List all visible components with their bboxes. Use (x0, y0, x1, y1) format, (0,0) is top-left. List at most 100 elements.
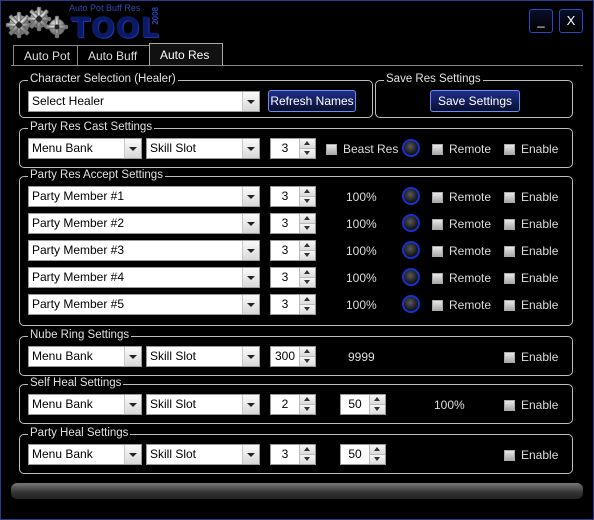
nube-ring-count-stepper[interactable]: 300 (270, 346, 316, 367)
spin-up-icon[interactable] (300, 214, 315, 224)
spin-up-icon[interactable] (300, 268, 315, 278)
self-heal-count-stepper[interactable]: 2 (270, 394, 316, 415)
party-heal-legend: Party Heal Settings (28, 427, 131, 439)
spin-down-icon[interactable] (300, 197, 315, 206)
res-cast-slot-select[interactable]: Skill Slot (146, 138, 260, 159)
member-count-stepper[interactable]: 3 (270, 267, 316, 288)
member-remote-checkbox[interactable]: Remote (432, 244, 491, 258)
tab-auto-pot[interactable]: Auto Pot (13, 45, 87, 66)
member-knob[interactable] (402, 214, 420, 232)
spin-down-icon[interactable] (300, 278, 315, 287)
title-bar: Auto Pot Buff Res TOOL 2008 _ X (1, 1, 593, 44)
party-heal-slot-select[interactable]: Skill Slot (146, 444, 260, 465)
self-heal-slot-select[interactable]: Skill Slot (146, 394, 260, 415)
spin-down-icon[interactable] (370, 455, 385, 464)
member-enable-checkbox[interactable]: Enable (504, 190, 558, 204)
res-cast-enable-checkbox[interactable]: Enable (504, 142, 558, 156)
member-knob[interactable] (402, 187, 420, 205)
member-remote-checkbox[interactable]: Remote (432, 298, 491, 312)
member-select[interactable]: Party Member #5 (28, 294, 260, 315)
nube-ring-group: Nube Ring Settings Menu Bank Skill Slot … (19, 329, 573, 376)
member-remote-checkbox[interactable]: Remote (432, 271, 491, 285)
self-heal-legend: Self Heal Settings (28, 377, 124, 389)
spin-up-icon[interactable] (300, 241, 315, 251)
spin-down-icon[interactable] (300, 251, 315, 260)
nube-ring-legend: Nube Ring Settings (28, 329, 132, 341)
member-count-stepper[interactable]: 3 (270, 186, 316, 207)
member-name: Party Member #3 (32, 243, 125, 257)
member-select[interactable]: Party Member #4 (28, 267, 260, 288)
chevron-down-icon (124, 347, 141, 366)
nube-ring-bank-select[interactable]: Menu Bank (28, 346, 142, 367)
member-select[interactable]: Party Member #2 (28, 213, 260, 234)
chevron-down-icon (242, 268, 259, 287)
checkbox-icon (504, 450, 515, 461)
self-heal-threshold-stepper[interactable]: 50 (340, 394, 386, 415)
character-selection-group: Character Selection (Healer) Select Heal… (19, 73, 373, 118)
close-button[interactable]: X (559, 9, 583, 33)
res-cast-count-stepper[interactable]: 3 (270, 138, 316, 159)
spin-down-icon[interactable] (300, 149, 315, 158)
spin-down-icon[interactable] (300, 224, 315, 233)
member-count-stepper[interactable]: 3 (270, 294, 316, 315)
member-row: Party Member #2 3 100% Remote Enable (20, 213, 572, 235)
res-cast-remote-checkbox[interactable]: Remote (432, 142, 491, 156)
spin-up-icon[interactable] (300, 395, 315, 405)
nube-ring-enable-checkbox[interactable]: Enable (504, 350, 558, 364)
checkbox-icon (504, 192, 515, 203)
party-heal-count-stepper[interactable]: 3 (270, 444, 316, 465)
spin-down-icon[interactable] (300, 305, 315, 314)
res-cast-bank-select[interactable]: Menu Bank (28, 138, 142, 159)
refresh-names-button[interactable]: Refresh Names (268, 90, 356, 112)
party-heal-threshold-value: 50 (348, 447, 362, 461)
member-select[interactable]: Party Member #3 (28, 240, 260, 261)
party-heal-threshold-stepper[interactable]: 50 (340, 444, 386, 465)
beast-res-checkbox[interactable]: Beast Res (326, 142, 398, 156)
spin-down-icon[interactable] (300, 455, 315, 464)
party-heal-slot-value: Skill Slot (150, 447, 197, 461)
save-settings-button[interactable]: Save Settings (430, 90, 520, 112)
spin-down-icon[interactable] (370, 405, 385, 414)
spin-up-icon[interactable] (300, 187, 315, 197)
tab-auto-buff[interactable]: Auto Buff (77, 45, 159, 66)
save-res-settings-legend: Save Res Settings (384, 73, 483, 85)
member-knob[interactable] (402, 295, 420, 313)
party-heal-bank-select[interactable]: Menu Bank (28, 444, 142, 465)
self-heal-enable-checkbox[interactable]: Enable (504, 398, 558, 412)
enable-label: Enable (521, 298, 559, 312)
party-heal-enable-checkbox[interactable]: Enable (504, 448, 558, 462)
member-count-stepper[interactable]: 3 (270, 240, 316, 261)
member-enable-checkbox[interactable]: Enable (504, 244, 558, 258)
spin-up-icon[interactable] (370, 395, 385, 405)
tab-auto-res[interactable]: Auto Res (149, 43, 223, 66)
member-count-stepper[interactable]: 3 (270, 213, 316, 234)
member-remote-checkbox[interactable]: Remote (432, 217, 491, 231)
res-cast-knob[interactable] (402, 139, 420, 157)
spin-up-icon[interactable] (300, 139, 315, 149)
member-knob[interactable] (402, 268, 420, 286)
spin-up-icon[interactable] (300, 445, 315, 455)
member-count-value: 3 (281, 270, 289, 284)
self-heal-count-value: 2 (281, 397, 289, 411)
member-knob[interactable] (402, 241, 420, 259)
member-enable-checkbox[interactable]: Enable (504, 217, 558, 231)
healer-select[interactable]: Select Healer (28, 91, 260, 112)
nube-ring-slot-select[interactable]: Skill Slot (146, 346, 260, 367)
spin-down-icon[interactable] (300, 405, 315, 414)
member-enable-checkbox[interactable]: Enable (504, 298, 558, 312)
spin-up-icon[interactable] (300, 295, 315, 305)
chevron-down-icon (242, 139, 259, 158)
member-enable-checkbox[interactable]: Enable (504, 271, 558, 285)
self-heal-bank-select[interactable]: Menu Bank (28, 394, 142, 415)
minimize-button[interactable]: _ (529, 9, 553, 33)
member-percent: 100% (346, 271, 377, 285)
spin-up-icon[interactable] (370, 445, 385, 455)
member-select[interactable]: Party Member #1 (28, 186, 260, 207)
res-cast-count-value: 3 (281, 141, 289, 155)
spin-down-icon[interactable] (300, 357, 315, 366)
member-remote-checkbox[interactable]: Remote (432, 190, 491, 204)
member-row: Party Member #5 3 100% Remote Enable (20, 294, 572, 316)
member-count-value: 3 (281, 189, 289, 203)
spin-up-icon[interactable] (300, 347, 315, 357)
chevron-down-icon (242, 395, 259, 414)
